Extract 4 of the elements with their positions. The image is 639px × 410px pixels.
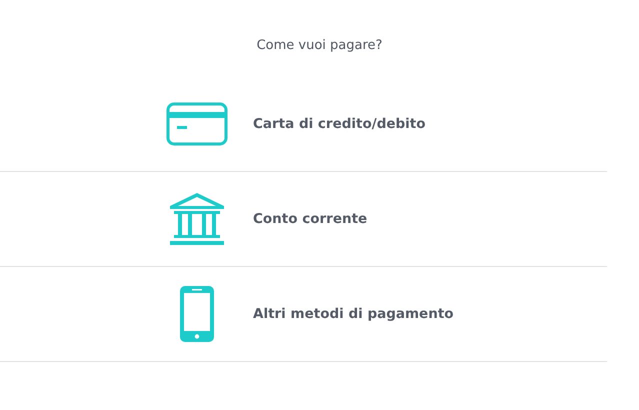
bank-icon <box>169 191 225 247</box>
smartphone-icon <box>180 286 214 342</box>
page-heading: Come vuoi pagare? <box>256 38 382 55</box>
credit-card-icon <box>166 102 228 146</box>
